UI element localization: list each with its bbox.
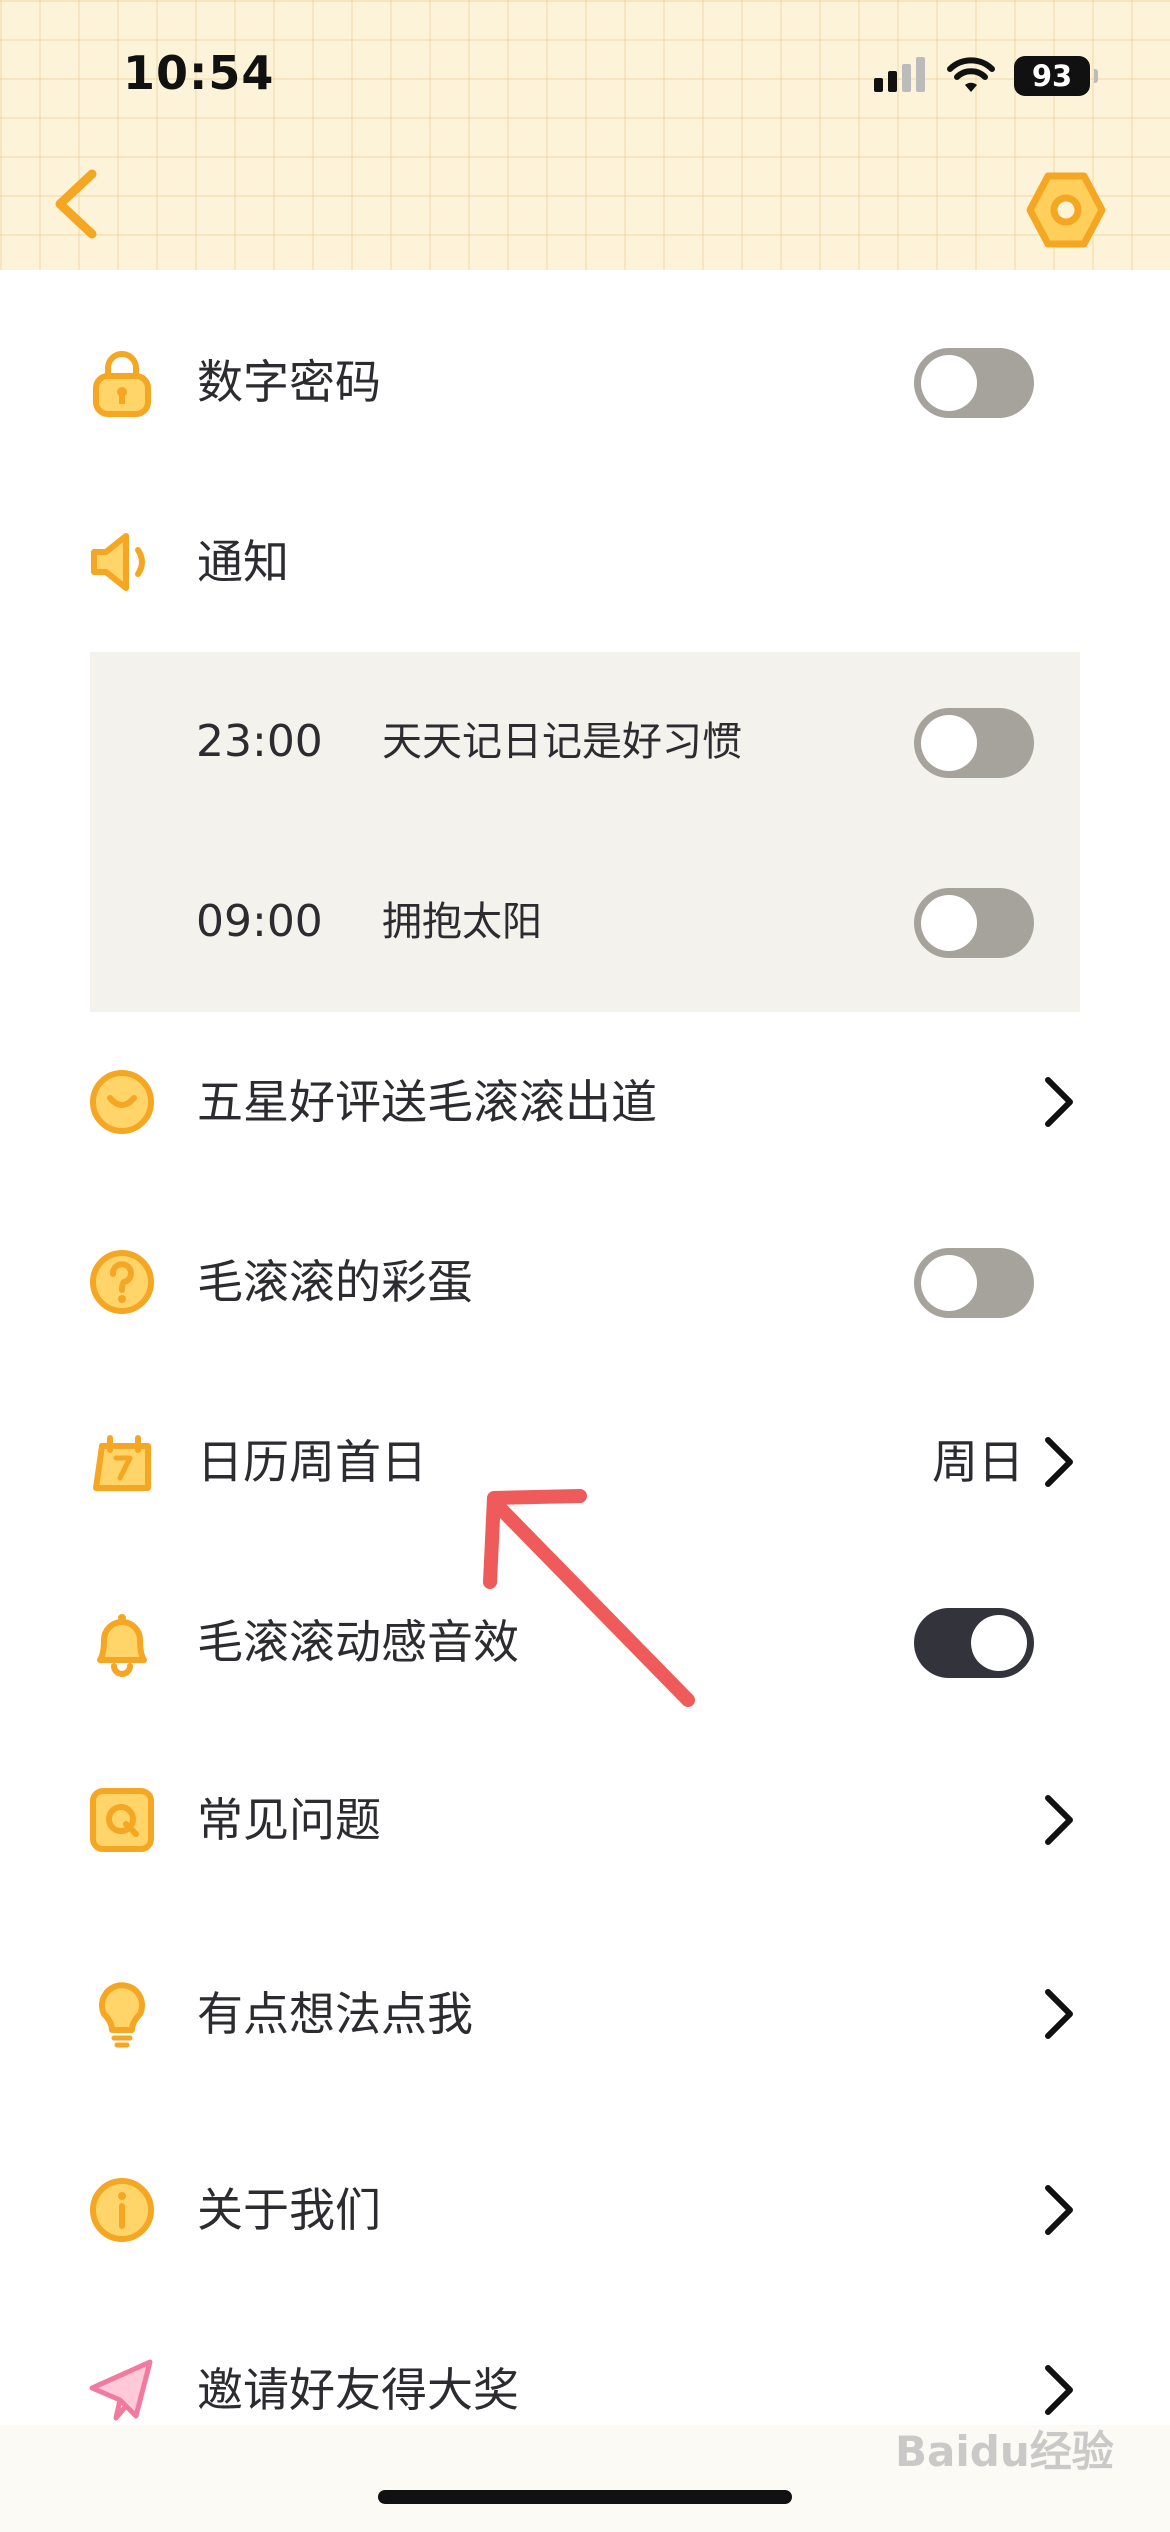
settings-row-faq[interactable]: 常见问题 (0, 1730, 1170, 1910)
chevron-right-icon (1045, 2185, 1073, 2235)
settings-row-notify: 通知 (0, 472, 1170, 652)
reminder-panel: 23:00 天天记日记是好习惯 09:00 拥抱太阳 (90, 652, 1080, 1012)
chevron-right-icon (1045, 2365, 1073, 2415)
notify-label: 通知 (197, 535, 289, 589)
lock-icon (93, 351, 151, 417)
week-start-value: 周日 (932, 1435, 1024, 1489)
speaker-icon (91, 533, 145, 591)
question-icon (90, 1250, 154, 1314)
faq-icon (90, 1788, 154, 1852)
week-start-label: 日历周首日 (197, 1435, 427, 1489)
settings-row-rate[interactable]: 五星好评送毛滚滚出道 (0, 1012, 1170, 1192)
settings-button[interactable] (1024, 168, 1108, 252)
bell-icon (97, 1614, 147, 1677)
passcode-toggle[interactable] (914, 348, 1034, 418)
reminder-row: 23:00 天天记日记是好习惯 (90, 652, 1080, 832)
chevron-right-icon (1045, 1077, 1073, 1127)
smile-face-icon (90, 1070, 154, 1134)
reminder-toggle[interactable] (914, 708, 1034, 778)
header: 10:54 93 (0, 0, 1170, 270)
reminder-time: 23:00 (196, 716, 323, 767)
paper-plane-icon (89, 2359, 153, 2421)
reminder-toggle[interactable] (914, 888, 1034, 958)
easter-egg-toggle[interactable] (914, 1248, 1034, 1318)
faq-label: 常见问题 (197, 1793, 381, 1847)
reminder-text: 天天记日记是好习惯 (382, 719, 742, 765)
watermark: Baidu经验 (895, 2427, 1114, 2476)
easter-egg-label: 毛滚滚的彩蛋 (197, 1255, 473, 1309)
rate-label: 五星好评送毛滚滚出道 (197, 1075, 657, 1129)
reminder-row: 09:00 拥抱太阳 (90, 832, 1080, 1012)
annotation-arrow-icon (483, 1489, 695, 1707)
chevron-right-icon (1045, 1795, 1073, 1845)
settings-row-feedback[interactable]: 有点想法点我 (0, 1924, 1170, 2104)
info-icon (90, 2178, 154, 2242)
calendar-icon (93, 1435, 151, 1491)
chevron-right-icon (1045, 1989, 1073, 2039)
reminder-text: 拥抱太阳 (382, 899, 542, 945)
wifi-icon (947, 57, 995, 92)
about-label: 关于我们 (197, 2183, 381, 2237)
gear-icon (1026, 172, 1106, 248)
home-indicator[interactable] (378, 2490, 792, 2504)
settings-row-about[interactable]: 关于我们 (0, 2120, 1170, 2300)
settings-row-passcode: 数字密码 (0, 292, 1170, 472)
back-button[interactable] (40, 160, 120, 250)
chevron-left-icon (55, 169, 97, 239)
sound-toggle[interactable] (914, 1608, 1034, 1678)
status-icons: 93 (872, 56, 1098, 96)
chevron-right-icon (1045, 1437, 1073, 1487)
status-time: 10:54 (123, 46, 275, 100)
settings-row-easter-egg: 毛滚滚的彩蛋 (0, 1192, 1170, 1372)
feedback-label: 有点想法点我 (197, 1987, 473, 2041)
reminder-time: 09:00 (196, 896, 323, 947)
passcode-label: 数字密码 (197, 355, 381, 409)
cellular-signal-icon (874, 57, 925, 92)
lightbulb-icon (99, 1982, 145, 2048)
battery-indicator: 93 (1014, 56, 1098, 96)
